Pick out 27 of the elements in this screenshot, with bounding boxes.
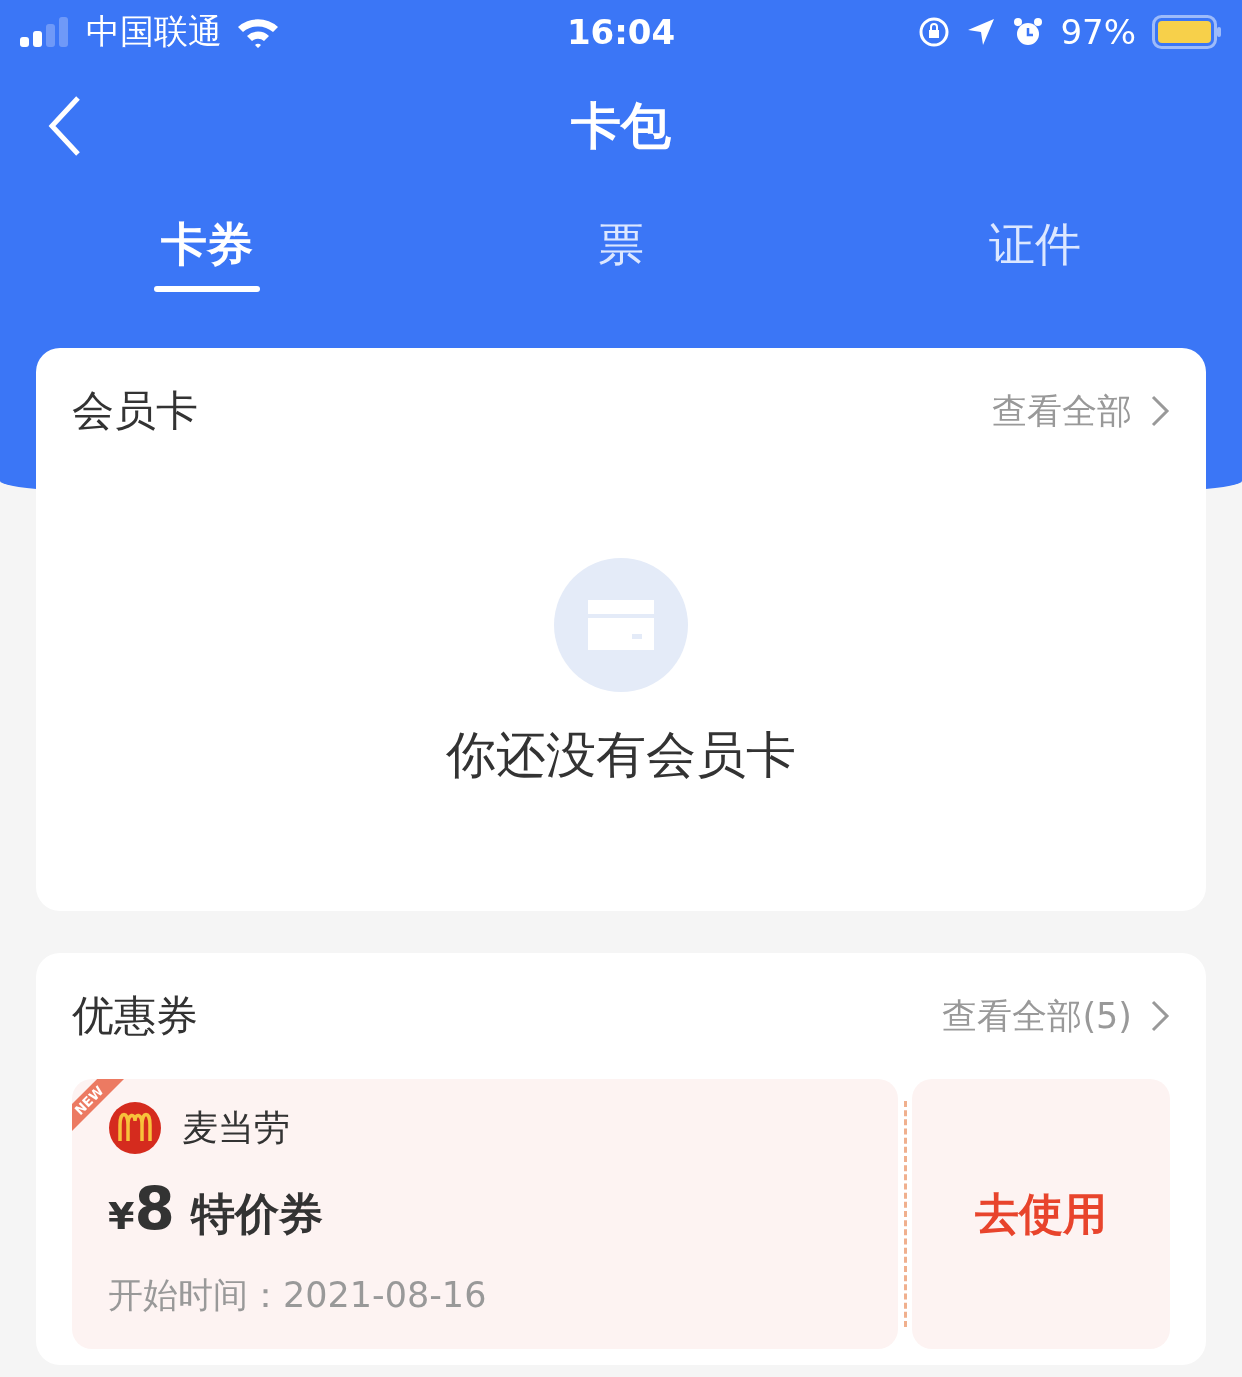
chevron-right-icon <box>1150 999 1170 1033</box>
wifi-icon <box>236 16 280 48</box>
alarm-clock-icon <box>1012 16 1045 48</box>
card-icon <box>554 558 688 692</box>
tab[interactable]: 票 <box>414 188 828 298</box>
merchant-name: 麦当劳 <box>182 1105 290 1150</box>
chevron-right-icon <box>1150 394 1170 428</box>
start-date: 开始时间：2021-08-16 <box>108 1274 488 1317</box>
view-all-link[interactable]: 查看全部(5) <box>942 992 1170 1040</box>
coupon-amount: 8 <box>134 1175 175 1243</box>
empty-message: 你还没有会员卡 <box>446 725 796 786</box>
currency-symbol: ¥ <box>108 1194 135 1238</box>
coupon-type: 特价券 <box>190 1187 323 1241</box>
location-arrow-icon <box>966 17 997 47</box>
tab[interactable]: 卡券 <box>0 188 414 298</box>
section-title: 优惠券 <box>72 990 198 1042</box>
restaurant-logo-icon <box>108 1101 162 1155</box>
tab[interactable]: 证件 <box>828 188 1242 298</box>
section-title: 会员卡 <box>72 385 198 437</box>
battery-percentage: 97% <box>1060 12 1136 52</box>
view-all-link[interactable]: 查看全部 <box>992 387 1170 435</box>
rotation-lock-icon <box>918 16 951 48</box>
page-title: 卡包 <box>571 95 671 157</box>
clock-time: 16:04 <box>566 12 676 52</box>
carrier-name: 中国联通 <box>86 10 222 53</box>
battery-icon <box>1152 15 1222 49</box>
use-button[interactable]: 去使用 <box>912 1079 1170 1349</box>
